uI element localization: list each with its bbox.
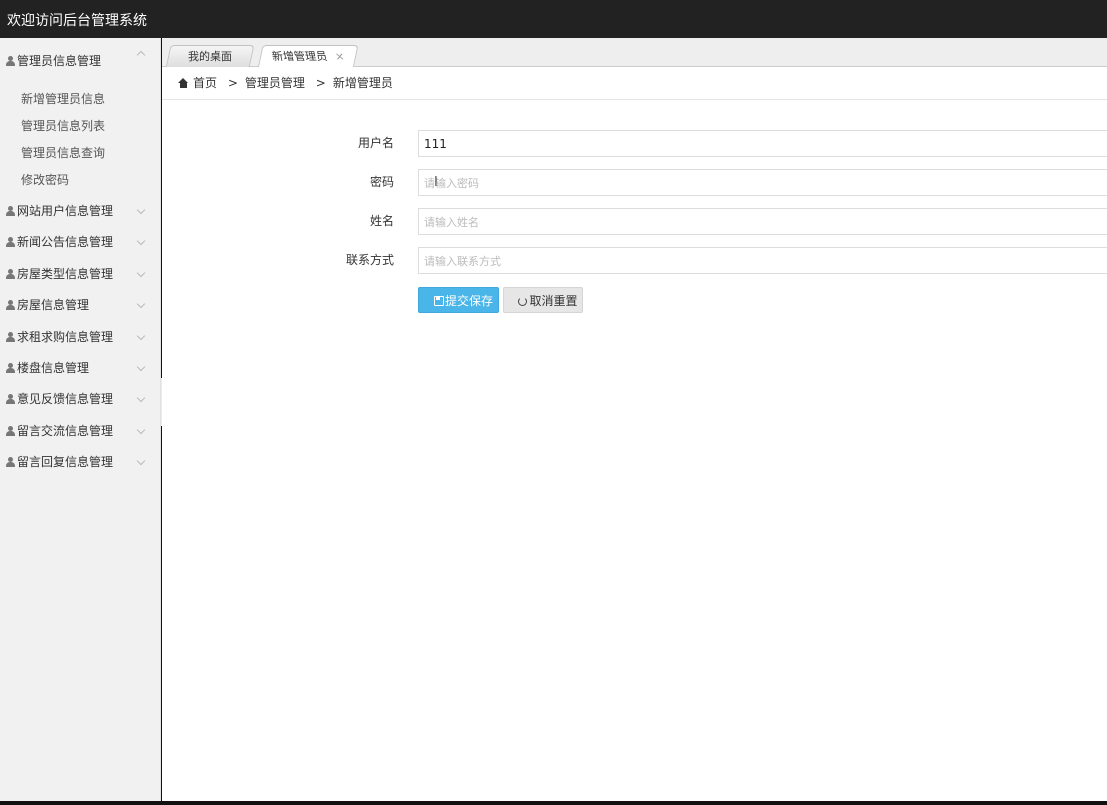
tab-bar: 我的桌面 新增管理员 × [162, 38, 1107, 69]
tab-label: 我的桌面 [188, 50, 232, 63]
chevron-down-icon [138, 322, 146, 353]
save-icon [433, 296, 444, 306]
refresh-icon [518, 297, 528, 306]
menu-head-admin[interactable]: 管理员信息管理 [0, 38, 160, 84]
menu-head-site-users[interactable]: 网站用户信息管理 [0, 196, 160, 227]
menu-head-rent-requests[interactable]: 求租求购信息管理 [0, 322, 160, 353]
breadcrumb-separator: > [315, 76, 326, 90]
menu-head-properties[interactable]: 楼盘信息管理 [0, 353, 160, 384]
contact-input[interactable] [418, 247, 1107, 274]
sub-item-admin-list[interactable]: 管理员信息列表 [0, 113, 160, 140]
user-icon [6, 206, 16, 216]
breadcrumb-level1[interactable]: 管理员管理 [245, 76, 305, 90]
bottom-strip [0, 801, 1107, 805]
menu-head-label: 求租求购信息管理 [17, 329, 114, 344]
sidebar: 管理员信息管理 新增管理员信息 管理员信息列表 管理员信息查询 修改密码 网站用… [0, 38, 161, 801]
chevron-down-icon [138, 196, 146, 227]
form-row-username: 用户名 [162, 130, 1107, 157]
breadcrumb-home[interactable]: 首页 [193, 76, 217, 90]
menu-head-houses[interactable]: 房屋信息管理 [0, 290, 160, 321]
menu-head-label: 意见反馈信息管理 [17, 392, 114, 407]
form-row-password: 密码 I [162, 169, 1107, 196]
breadcrumb: 首页 > 管理员管理 > 新增管理员 [162, 67, 1107, 100]
menu-head-house-types[interactable]: 房屋类型信息管理 [0, 259, 160, 290]
chevron-down-icon [138, 353, 146, 384]
chevron-down-icon [138, 416, 146, 447]
password-input[interactable] [418, 169, 1107, 196]
text-cursor-icon: I [434, 175, 438, 190]
tab-add-admin[interactable]: 新增管理员 × [257, 45, 359, 69]
form-row-name: 姓名 [162, 208, 1107, 235]
menu-head-label: 留言交流信息管理 [17, 423, 114, 438]
sub-item-add-admin[interactable]: 新增管理员信息 [0, 86, 160, 113]
main-content: 我的桌面 新增管理员 × 首页 > 管理员管理 > 新增管理员 用户名 密码 I 姓名… [162, 38, 1107, 801]
breadcrumb-separator: > [227, 76, 238, 90]
home-icon [178, 78, 189, 88]
user-icon [6, 362, 16, 373]
menu-head-label: 楼盘信息管理 [17, 360, 90, 375]
tab-desktop[interactable]: 我的桌面 [165, 45, 255, 68]
breadcrumb-level2: 新增管理员 [332, 76, 393, 90]
contact-label: 联系方式 [345, 253, 394, 267]
chevron-down-icon [138, 290, 146, 321]
name-label: 姓名 [369, 214, 394, 228]
menu-head-label: 新闻公告信息管理 [17, 235, 114, 250]
reset-label: 取消重置 [529, 294, 578, 308]
chevron-down-icon [138, 384, 146, 415]
user-icon [6, 268, 16, 279]
user-icon [6, 457, 16, 468]
menu-head-label: 房屋信息管理 [17, 298, 90, 313]
chevron-down-icon [138, 227, 146, 258]
chevron-up-icon [138, 38, 146, 69]
user-icon [6, 425, 16, 436]
username-label: 用户名 [357, 136, 394, 150]
user-icon [6, 331, 16, 342]
menu-head-feedback[interactable]: 意见反馈信息管理 [0, 384, 160, 415]
chevron-down-icon [138, 259, 146, 290]
user-icon [6, 394, 16, 405]
username-input[interactable] [418, 130, 1107, 157]
user-icon [6, 237, 16, 248]
app-title: 欢迎访问后台管理系统 [7, 13, 147, 29]
sub-item-admin-query[interactable]: 管理员信息查询 [0, 140, 160, 167]
submit-save-button[interactable]: 提交保存 [418, 287, 499, 313]
top-bar: 欢迎访问后台管理系统 [0, 0, 1107, 38]
close-icon[interactable]: × [333, 46, 347, 67]
menu-head-label: 网站用户信息管理 [17, 204, 114, 218]
menu-head-replies[interactable]: 留言回复信息管理 [0, 447, 160, 478]
submenu-admin: 新增管理员信息 管理员信息列表 管理员信息查询 修改密码 [0, 84, 160, 196]
form-row-contact: 联系方式 [162, 247, 1107, 274]
password-label: 密码 [369, 175, 394, 189]
menu-head-label: 房屋类型信息管理 [17, 266, 114, 281]
tab-label: 新增管理员 [270, 50, 329, 63]
menu-head-label: 留言回复信息管理 [17, 455, 114, 470]
name-input[interactable] [418, 208, 1107, 235]
chevron-down-icon [138, 447, 146, 478]
sub-item-change-password[interactable]: 修改密码 [0, 167, 160, 194]
cancel-reset-button[interactable]: 取消重置 [503, 287, 583, 313]
submit-label: 提交保存 [444, 294, 493, 308]
user-icon [6, 56, 16, 66]
menu-head-messages[interactable]: 留言交流信息管理 [0, 416, 160, 447]
menu-group-admin: 管理员信息管理 新增管理员信息 管理员信息列表 管理员信息查询 修改密码 [0, 38, 160, 196]
user-icon [6, 300, 16, 311]
menu-head-news[interactable]: 新闻公告信息管理 [0, 227, 160, 258]
menu-head-label: 管理员信息管理 [17, 54, 102, 68]
